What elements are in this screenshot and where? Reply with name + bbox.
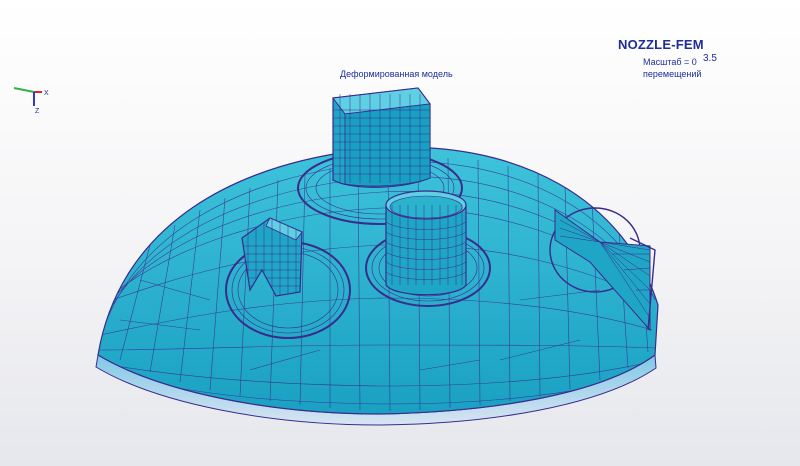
cylinder-nozzle	[385, 190, 467, 296]
box-nozzle	[332, 87, 431, 188]
scale-subtitle: перемещений	[643, 69, 702, 79]
app-title: NOZZLE-FEM	[618, 37, 704, 52]
z-axis-label: Z	[35, 108, 40, 115]
scale-label: Масштаб = 0	[643, 57, 697, 67]
scale-value: 3.5	[703, 53, 717, 64]
axis-triad: X Z	[4, 80, 64, 120]
x-axis-label: X	[44, 90, 49, 97]
view-title: Деформированная модель	[340, 69, 453, 79]
model-viewport[interactable]: X Z NOZZLE-FEM Масштаб = 0 3.5 перемещен…	[0, 0, 800, 466]
y-axis-arrow	[13, 87, 35, 93]
